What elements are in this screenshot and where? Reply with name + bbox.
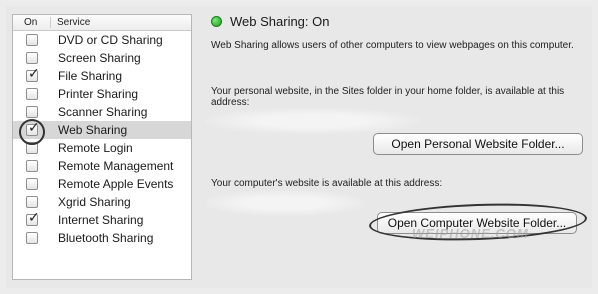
service-label: File Sharing — [58, 69, 123, 83]
service-list-panel: On Service DVD or CD Sharing Screen Shari… — [12, 14, 192, 280]
service-checkbox[interactable]: ✓ — [26, 210, 40, 226]
service-label: Xgrid Sharing — [58, 195, 131, 209]
service-checkbox[interactable]: ✓ — [26, 66, 40, 82]
service-label: Remote Apple Events — [58, 177, 174, 191]
service-label: Screen Sharing — [58, 51, 141, 65]
service-label: Scanner Sharing — [58, 105, 148, 119]
personal-address-redacted — [205, 108, 420, 134]
service-row-remote-management[interactable]: Remote Management — [13, 157, 191, 175]
service-checkbox[interactable] — [26, 52, 38, 64]
checkmark-icon: ✓ — [28, 209, 40, 225]
service-label: Printer Sharing — [58, 87, 139, 101]
service-checkbox[interactable] — [26, 196, 38, 208]
service-checkbox[interactable] — [26, 160, 38, 172]
open-personal-website-folder-button[interactable]: Open Personal Website Folder... — [373, 133, 583, 155]
service-checkbox[interactable] — [26, 106, 38, 118]
web-sharing-description: Web Sharing allows users of other comput… — [211, 40, 574, 51]
service-checkbox[interactable] — [26, 34, 38, 46]
service-row-dvd-or-cd-sharing[interactable]: DVD or CD Sharing — [13, 31, 191, 49]
service-row-printer-sharing[interactable]: Printer Sharing — [13, 85, 191, 103]
column-on-header[interactable]: On — [13, 17, 51, 28]
service-label: Internet Sharing — [58, 213, 144, 227]
service-checkbox[interactable] — [26, 232, 38, 244]
service-label: Remote Login — [58, 141, 133, 155]
watermark: WEIPHONE.COM — [412, 226, 529, 241]
status-row: Web Sharing: On — [211, 14, 329, 29]
service-row-file-sharing[interactable]: ✓ File Sharing — [13, 66, 191, 85]
service-label: DVD or CD Sharing — [58, 33, 163, 47]
personal-website-text: Your personal website, in the Sites fold… — [211, 86, 565, 108]
status-indicator-icon — [211, 16, 222, 27]
column-service-header[interactable]: Service — [51, 17, 90, 28]
service-label: Remote Management — [58, 159, 174, 173]
service-checkbox[interactable] — [26, 88, 38, 100]
highlight-circle-checkbox — [19, 119, 45, 145]
computer-address-redacted — [205, 190, 365, 216]
computer-website-text: Your computer's website is available at … — [211, 178, 443, 189]
service-list-header: On Service — [13, 15, 191, 31]
service-label: Web Sharing — [58, 123, 128, 137]
checkmark-icon: ✓ — [28, 65, 40, 81]
service-row-internet-sharing[interactable]: ✓ Internet Sharing — [13, 210, 191, 229]
status-label: Web Sharing: On — [230, 14, 330, 29]
service-row-bluetooth-sharing[interactable]: Bluetooth Sharing — [13, 229, 191, 247]
service-label: Bluetooth Sharing — [58, 231, 154, 245]
service-checkbox[interactable] — [26, 178, 38, 190]
service-row-remote-apple-events[interactable]: Remote Apple Events — [13, 175, 191, 193]
